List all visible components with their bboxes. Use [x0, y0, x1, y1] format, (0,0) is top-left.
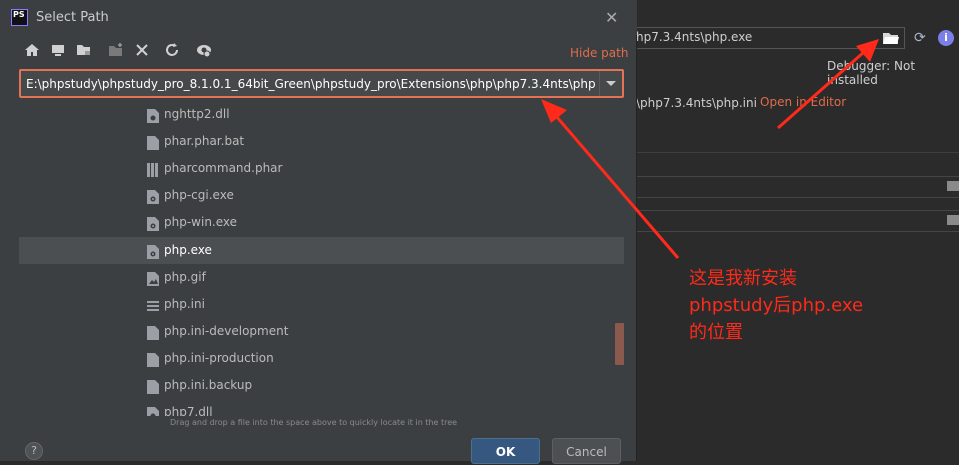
arrow-to-path: [541, 99, 680, 259]
arrow-to-folder: [777, 39, 879, 130]
annotation-line-3: 的位置: [689, 322, 743, 343]
annotation-line-2: phpstudy后php.exe: [689, 295, 864, 316]
annotation-line-1: 这是我新安装: [689, 268, 797, 289]
annotation-text: 这是我新安装 phpstudy后php.exe 的位置: [689, 265, 863, 346]
annotation-arrows: [541, 39, 879, 259]
